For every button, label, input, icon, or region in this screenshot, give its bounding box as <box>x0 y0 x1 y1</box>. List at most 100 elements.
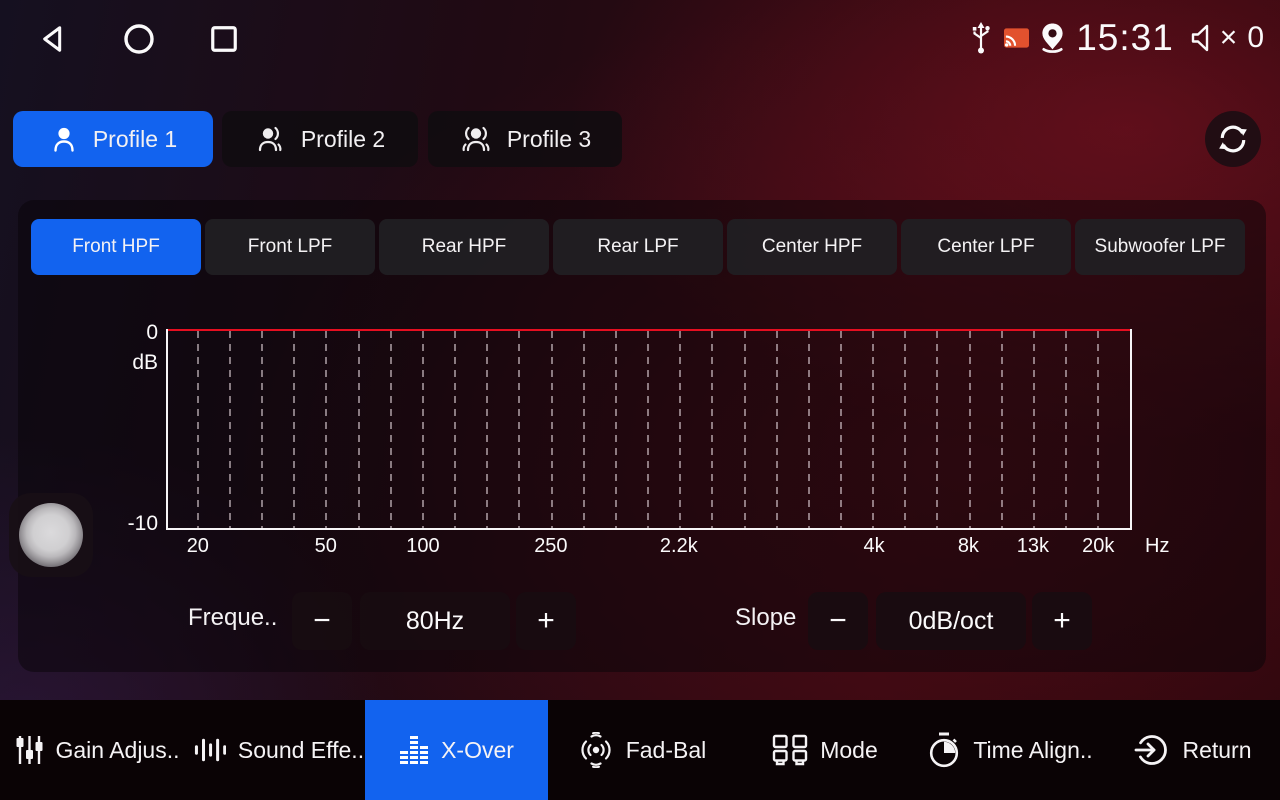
location-icon <box>1039 22 1066 55</box>
xover-icon <box>399 734 429 766</box>
tab-front-hpf[interactable]: Front HPF <box>31 219 201 275</box>
slope-value: 0dB/oct <box>876 592 1026 650</box>
tab-rear-lpf[interactable]: Rear LPF <box>553 219 723 275</box>
nav-fad-bal[interactable]: Fad-Bal <box>566 700 718 800</box>
slope-minus-button[interactable]: − <box>808 592 868 650</box>
x-tick: 4k <box>864 535 885 558</box>
x-tick: 8k <box>958 535 979 558</box>
tab-center-lpf[interactable]: Center LPF <box>901 219 1071 275</box>
refresh-icon <box>1217 123 1249 155</box>
nav-home-button[interactable] <box>122 22 156 56</box>
response-curve <box>168 329 1130 331</box>
gridline <box>325 331 327 528</box>
clock: 15:31 <box>1076 17 1174 59</box>
status-bar-right: 15:31 × 0 <box>968 12 1264 64</box>
nav-gain-adjust[interactable]: Gain Adjus.. <box>8 700 188 800</box>
nav-time-align[interactable]: Time Align.. <box>918 700 1102 800</box>
back-icon <box>40 24 70 54</box>
home-icon <box>123 23 155 55</box>
nav-mode[interactable]: Mode <box>762 700 888 800</box>
gridline <box>486 331 488 528</box>
x-tick: 13k <box>1017 535 1049 558</box>
gridline <box>615 331 617 528</box>
gridline <box>454 331 456 528</box>
volume-muted-icon[interactable] <box>1188 23 1214 53</box>
x-axis-unit: Hz <box>1145 535 1169 558</box>
mode-icon <box>772 734 808 766</box>
person-icon <box>49 124 79 154</box>
frequency-plus-button[interactable]: + <box>516 592 576 650</box>
nav-sound-effect[interactable]: Sound Effe.. <box>190 700 368 800</box>
bottom-nav-bar: Gain Adjus.. Sound Effe.. X-Over <box>0 700 1280 800</box>
gridline <box>1033 331 1035 528</box>
y-axis-label: dB <box>116 351 158 375</box>
fad-bal-icon <box>578 732 614 768</box>
frequency-response-plot: 20 50 100 250 2.2k 4k 8k 13k 20k Hz <box>166 329 1132 530</box>
volume-mute-glyph: × <box>1220 21 1238 55</box>
gridline <box>229 331 231 528</box>
usb-icon <box>968 21 994 55</box>
time-align-icon <box>927 732 961 768</box>
cast-icon <box>1004 28 1029 48</box>
gridline <box>1065 331 1067 528</box>
gridline <box>904 331 906 528</box>
tab-front-lpf[interactable]: Front LPF <box>205 219 375 275</box>
frequency-value: 80Hz <box>360 592 510 650</box>
slope-label: Slope <box>735 604 796 632</box>
recents-icon <box>209 24 239 54</box>
x-tick: 2.2k <box>660 535 698 558</box>
person-echo-both-icon <box>459 124 493 154</box>
x-tick: 50 <box>315 535 337 558</box>
knob-icon <box>19 503 83 567</box>
profile-2-button[interactable]: Profile 2 <box>222 111 418 167</box>
x-tick: 20k <box>1082 535 1114 558</box>
gridline <box>936 331 938 528</box>
profile-label: Profile 1 <box>93 126 177 153</box>
gridline <box>776 331 778 528</box>
gridline <box>872 331 874 528</box>
volume-level: 0 <box>1247 21 1264 55</box>
sound-effect-icon <box>194 735 226 765</box>
profile-label: Profile 3 <box>507 126 591 153</box>
y-axis-top-tick: 0 <box>116 321 158 345</box>
gridline <box>744 331 746 528</box>
person-echo-icon <box>255 124 287 154</box>
gridline <box>969 331 971 528</box>
filter-tab-row: Front HPF Front LPF Rear HPF Rear LPF Ce… <box>31 219 1245 275</box>
x-tick: 20 <box>187 535 209 558</box>
gridline <box>1001 331 1003 528</box>
floating-knob-button[interactable] <box>9 493 93 577</box>
slope-plus-button[interactable]: + <box>1032 592 1092 650</box>
gridline <box>390 331 392 528</box>
profile-3-button[interactable]: Profile 3 <box>428 111 622 167</box>
gridline <box>679 331 681 528</box>
gridline <box>808 331 810 528</box>
tab-center-hpf[interactable]: Center HPF <box>727 219 897 275</box>
gridline <box>583 331 585 528</box>
gridline <box>358 331 360 528</box>
refresh-button[interactable] <box>1205 111 1261 167</box>
gridline <box>647 331 649 528</box>
gridline <box>261 331 263 528</box>
x-tick: 250 <box>534 535 567 558</box>
nav-recents-button[interactable] <box>207 22 241 56</box>
nav-back-button[interactable] <box>38 22 72 56</box>
tab-rear-hpf[interactable]: Rear HPF <box>379 219 549 275</box>
nav-return[interactable]: Return <box>1126 700 1260 800</box>
xover-panel: Front HPF Front LPF Rear HPF Rear LPF Ce… <box>18 200 1266 672</box>
frequency-minus-button[interactable]: − <box>292 592 352 650</box>
profile-label: Profile 2 <box>301 126 385 153</box>
frequency-label: Freque.. <box>188 604 277 632</box>
gridline <box>422 331 424 528</box>
y-axis-bottom-tick: -10 <box>116 512 158 536</box>
nav-x-over[interactable]: X-Over <box>365 700 548 800</box>
gain-adjust-icon <box>16 735 43 765</box>
gridline <box>518 331 520 528</box>
return-icon <box>1134 732 1170 768</box>
gridline <box>1097 331 1099 528</box>
tab-subwoofer-lpf[interactable]: Subwoofer LPF <box>1075 219 1245 275</box>
gridline <box>551 331 553 528</box>
profile-1-button[interactable]: Profile 1 <box>13 111 213 167</box>
gridline <box>293 331 295 528</box>
gridline <box>840 331 842 528</box>
